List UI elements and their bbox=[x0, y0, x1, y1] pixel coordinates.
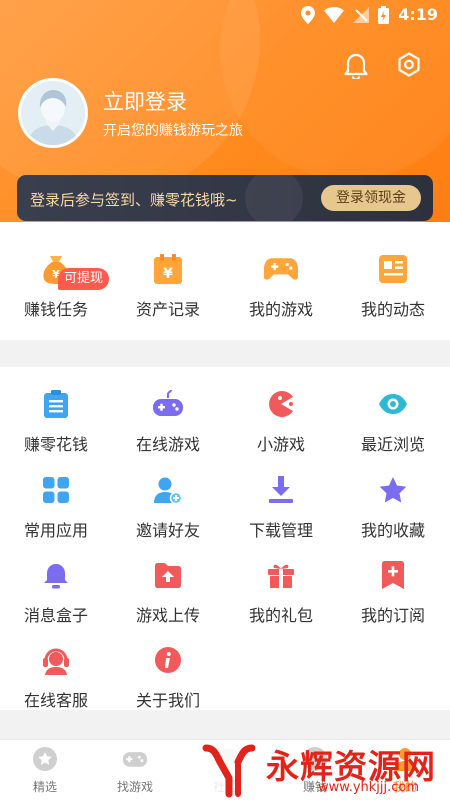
headset-icon bbox=[39, 643, 73, 677]
battery-charging-icon bbox=[378, 5, 390, 24]
news-icon bbox=[376, 252, 410, 286]
notification-button[interactable] bbox=[341, 50, 371, 80]
coin-decoration bbox=[245, 175, 303, 221]
grid-item-label: 赚零花钱 bbox=[23, 435, 88, 454]
grid-item-label: 小游戏 bbox=[256, 435, 305, 454]
asset-record-icon: ¥ bbox=[151, 252, 185, 286]
grid-item-my-gifts[interactable]: 我的礼包 bbox=[225, 558, 337, 626]
tab-featured[interactable]: 精选 bbox=[0, 746, 90, 795]
grid-item-earn-tasks[interactable]: ¥ 赚钱任务 可提现 bbox=[0, 252, 112, 320]
watermark-logo bbox=[200, 740, 258, 798]
star-badge-icon bbox=[32, 746, 58, 772]
tab-find-games[interactable]: 找游戏 bbox=[90, 746, 180, 795]
grid-item-label: 我的游戏 bbox=[248, 300, 313, 319]
clipboard-list-icon bbox=[39, 387, 73, 421]
promo-banner[interactable]: 登录后参与签到、赚零花钱哦~ 登录领现金 bbox=[17, 175, 433, 221]
location-icon bbox=[301, 5, 316, 24]
tools-card: 赚零花钱 在线游戏 小游戏 最近浏览 常用应用 邀请好友 下载管理 我的收藏 消… bbox=[0, 367, 450, 710]
grid-item-label: 游戏上传 bbox=[135, 606, 200, 625]
grid-item-download-manager[interactable]: 下载管理 bbox=[225, 473, 337, 541]
avatar[interactable] bbox=[18, 78, 88, 148]
star-icon bbox=[376, 473, 410, 507]
withdrawable-badge: 可提现 bbox=[58, 268, 110, 290]
wifi-icon bbox=[324, 6, 345, 23]
no-signal-icon bbox=[353, 6, 370, 23]
grid-item-online-games[interactable]: 在线游戏 bbox=[112, 387, 224, 455]
gamepad-icon bbox=[122, 746, 148, 772]
login-subtitle: 开启您的赚钱游玩之旅 bbox=[103, 123, 243, 139]
bell-icon bbox=[344, 53, 368, 79]
grid-item-label: 在线游戏 bbox=[135, 435, 200, 454]
grid-item-label: 邀请好友 bbox=[135, 521, 200, 540]
grid-item-label: 资产记录 bbox=[135, 300, 200, 319]
grid-item-invite-friends[interactable]: 邀请好友 bbox=[112, 473, 224, 541]
grid-item-common-apps[interactable]: 常用应用 bbox=[0, 473, 112, 541]
grid-item-mini-games[interactable]: 小游戏 bbox=[225, 387, 337, 455]
clock: 4:19 bbox=[398, 5, 438, 24]
login-link[interactable]: 立即登录 bbox=[103, 86, 187, 116]
pacman-icon bbox=[264, 387, 298, 421]
grid-item-my-subscriptions[interactable]: 我的订阅 bbox=[337, 558, 449, 626]
grid-item-label: 赚钱任务 bbox=[23, 300, 88, 319]
grid-item-label: 下载管理 bbox=[248, 521, 313, 540]
tab-label: 精选 bbox=[32, 780, 57, 794]
promo-text: 登录后参与签到、赚零花钱哦~ bbox=[30, 191, 238, 209]
bookmark-plus-icon bbox=[376, 558, 410, 592]
status-bar: 4:19 bbox=[0, 0, 450, 30]
grid-item-online-service[interactable]: 在线客服 bbox=[0, 643, 112, 711]
add-friend-icon bbox=[151, 473, 185, 507]
grid-item-label: 我的订阅 bbox=[360, 606, 425, 625]
grid-item-label: 我的动态 bbox=[360, 300, 425, 319]
grid-item-earn-pocket-money[interactable]: 赚零花钱 bbox=[0, 387, 112, 455]
grid-item-game-upload[interactable]: 游戏上传 bbox=[112, 558, 224, 626]
quick-actions-card: ¥ 赚钱任务 可提现 ¥ 资产记录 我的游戏 我的动态 bbox=[0, 222, 450, 340]
grid-item-my-activity[interactable]: 我的动态 bbox=[337, 252, 449, 320]
folder-upload-icon bbox=[151, 558, 185, 592]
gamepad-icon bbox=[264, 252, 298, 286]
grid-item-label: 消息盒子 bbox=[23, 606, 88, 625]
grid-item-label: 在线客服 bbox=[23, 691, 88, 710]
watermark-url: www.yhkjjj.com bbox=[318, 780, 420, 795]
download-icon bbox=[264, 473, 298, 507]
grid-item-label: 我的礼包 bbox=[248, 606, 313, 625]
grid-item-recently-viewed[interactable]: 最近浏览 bbox=[337, 387, 449, 455]
grid-item-label: 我的收藏 bbox=[360, 521, 425, 540]
gift-icon bbox=[264, 558, 298, 592]
profile-header: 4:19 立即登录 开启您的赚钱游玩之旅 登录后参与签到、赚零花钱哦~ 登录领现… bbox=[0, 0, 450, 230]
apps-grid-icon bbox=[39, 473, 73, 507]
grid-item-label: 最近浏览 bbox=[360, 435, 425, 454]
info-icon bbox=[151, 643, 185, 677]
grid-item-message-box[interactable]: 消息盒子 bbox=[0, 558, 112, 626]
watermark: 永辉资源网 www.yhkjjj.com bbox=[196, 738, 450, 800]
tab-label: 找游戏 bbox=[116, 780, 153, 794]
grid-item-label: 关于我们 bbox=[135, 691, 200, 710]
eye-icon bbox=[376, 387, 410, 421]
grid-item-my-games[interactable]: 我的游戏 bbox=[225, 252, 337, 320]
grid-item-about-us[interactable]: 关于我们 bbox=[112, 643, 224, 711]
grid-item-asset-record[interactable]: ¥ 资产记录 bbox=[112, 252, 224, 320]
grid-item-my-favorites[interactable]: 我的收藏 bbox=[337, 473, 449, 541]
settings-button[interactable] bbox=[394, 50, 424, 80]
svg-text:¥: ¥ bbox=[163, 266, 173, 282]
settings-icon bbox=[398, 52, 420, 77]
grid-item-label: 常用应用 bbox=[23, 521, 88, 540]
gamepad-icon bbox=[151, 387, 185, 421]
login-get-cash-button[interactable]: 登录领现金 bbox=[321, 185, 421, 211]
bell-icon bbox=[39, 558, 73, 592]
default-avatar-icon bbox=[21, 81, 85, 145]
